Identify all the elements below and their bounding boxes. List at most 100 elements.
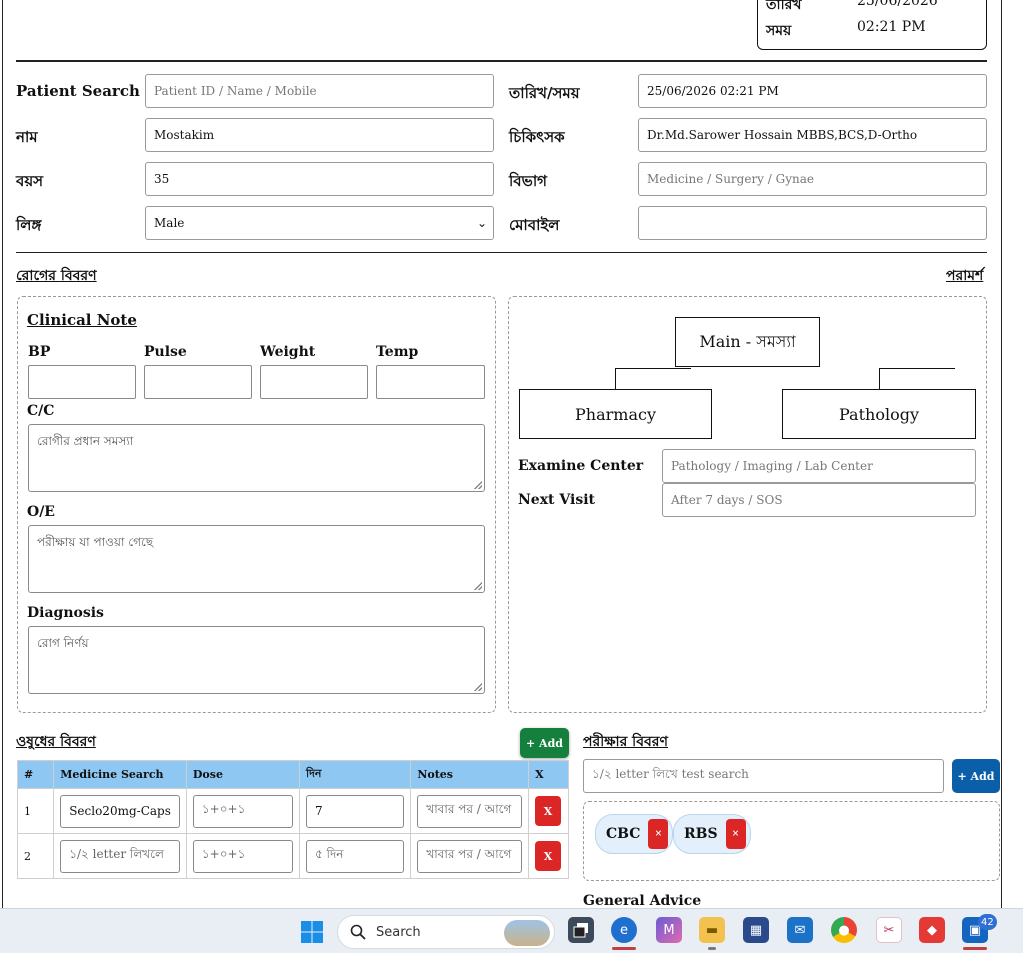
diagnosis-textarea[interactable]: রোগ নির্ণয় (28, 626, 485, 694)
tree-connector-left-v (615, 368, 616, 389)
name-input[interactable]: Mostakim (145, 118, 494, 152)
file-explorer-icon[interactable]: ▬ (699, 917, 725, 943)
patient-search-input[interactable]: Patient ID / Name / Mobile (145, 74, 494, 108)
test-chip-rbs: RBS × (673, 814, 751, 854)
pathology-box[interactable]: Pathology (782, 389, 976, 439)
search-icon (350, 924, 366, 940)
next-visit-input[interactable]: After 7 days / SOS (662, 483, 976, 517)
oe-label: O/E (27, 504, 55, 520)
cc-textarea[interactable]: রোগীর প্রধান সমস্যা (28, 424, 485, 492)
medicine-search-input[interactable]: Seclo20mg-Caps (60, 794, 180, 828)
edge-browser-icon[interactable]: e (611, 917, 637, 943)
main-problem-box[interactable]: Main - সমস্যা (675, 317, 820, 367)
form-divider (16, 252, 987, 253)
bp-label: BP (28, 344, 51, 360)
pulse-input[interactable] (144, 365, 252, 399)
temp-label: Temp (376, 344, 419, 360)
name-label: নাম (16, 128, 38, 146)
page-border-right (1001, 0, 1002, 908)
table-row: 2 ১/২ letter লিখলে ১+০+১ ৫ দিন খাবার পর … (16, 833, 569, 879)
chrome-icon[interactable]: ● (831, 917, 857, 943)
oe-textarea[interactable]: পরীক্ষায় যা পাওয়া গেছে (28, 525, 485, 593)
taskbar: Search e M ▬ ▦ ✉ ● ✂ ◆ ▣ 42 (0, 908, 1023, 953)
time-label: সময় (766, 23, 792, 39)
row-number: 2 (16, 833, 55, 879)
datetime-label: তারিখ/সময় (509, 84, 580, 102)
test-search-input[interactable]: ১/২ letter লিখে test search (583, 759, 944, 793)
notification-badge: 42 (978, 914, 997, 930)
taskbar-search[interactable]: Search (337, 915, 555, 949)
resize-grip-icon[interactable] (474, 582, 482, 590)
outlook-icon[interactable]: ✉ (787, 917, 813, 943)
tree-connector-right-v (879, 368, 880, 389)
department-input[interactable]: Medicine / Surgery / Gynae (638, 162, 987, 196)
col-notes: Notes (410, 760, 530, 789)
col-dose: Dose (185, 760, 300, 789)
col-medicine: Medicine Search (53, 760, 187, 789)
remove-test-button[interactable]: × (725, 819, 746, 849)
medicine-table-header: # Medicine Search Dose দিন Notes X (16, 760, 569, 789)
date-label: তারিখ (766, 0, 802, 13)
medicine-details-title: ওষুধের বিবরণ (16, 734, 96, 750)
department-label: বিভাগ (509, 172, 547, 190)
test-chip-label: RBS (684, 826, 718, 842)
gender-value: Male (154, 216, 185, 230)
test-chip-cbc: CBC × (595, 814, 674, 854)
examine-center-input[interactable]: Pathology / Imaging / Lab Center (662, 449, 976, 483)
remove-row-button[interactable]: X (535, 796, 562, 826)
gender-select[interactable]: Male ⌄ (145, 206, 494, 240)
date-value: 25/06/2026 (857, 0, 938, 9)
datetime-input[interactable]: 25/06/2026 02:21 PM (638, 74, 987, 108)
examine-center-label: Examine Center (518, 458, 644, 474)
search-highlight-icon (504, 920, 550, 946)
microsoft-store-icon[interactable]: ▦ (743, 917, 769, 943)
add-test-button[interactable]: + Add (952, 759, 1000, 793)
pharmacy-box[interactable]: Pharmacy (519, 389, 712, 439)
doctor-input[interactable]: Dr.Md.Sarower Hossain MBBS,BCS,D-Ortho (638, 118, 987, 152)
patient-search-label: Patient Search (16, 82, 140, 100)
notes-input[interactable]: খাবার পর / আগে (417, 839, 523, 873)
doctor-label: চিকিৎসক (509, 128, 565, 146)
remove-row-button[interactable]: X (535, 841, 562, 871)
resize-grip-icon[interactable] (474, 683, 482, 691)
time-value: 02:21 PM (857, 19, 926, 35)
col-remove: X (528, 760, 569, 789)
anydesk-icon[interactable]: ◆ (919, 917, 945, 943)
page-border-left (2, 0, 3, 908)
header-divider (16, 60, 987, 62)
medicine-search-input[interactable]: ১/২ letter লিখলে (60, 839, 180, 873)
resize-grip-icon[interactable] (474, 481, 482, 489)
days-input[interactable]: 7 (305, 794, 405, 828)
age-label: বয়স (16, 172, 44, 190)
microsoft-365-icon[interactable]: M (656, 917, 682, 943)
temp-input[interactable] (376, 365, 485, 399)
general-advice-label: General Advice (583, 893, 702, 909)
age-input[interactable]: 35 (145, 162, 494, 196)
medicine-table: # Medicine Search Dose দিন Notes X 1 Sec… (16, 760, 569, 879)
diagnosis-placeholder: রোগ নির্ণয় (37, 636, 89, 650)
col-days: দিন (298, 760, 412, 789)
notes-input[interactable]: খাবার পর / আগে (417, 794, 523, 828)
mobile-input[interactable] (638, 206, 987, 240)
weight-input[interactable] (260, 365, 368, 399)
snipping-tool-icon[interactable]: ✂ (876, 917, 902, 943)
next-visit-label: Next Visit (518, 492, 595, 508)
windows-start-icon[interactable] (299, 919, 325, 945)
chevron-down-icon: ⌄ (476, 216, 487, 230)
gender-label: লিঙ্গ (16, 216, 42, 234)
bp-input[interactable] (28, 365, 136, 399)
dose-input[interactable]: ১+০+১ (192, 794, 293, 828)
diagnosis-label: Diagnosis (27, 605, 104, 621)
tree-connector-right-h (879, 368, 955, 369)
task-view-icon[interactable] (568, 917, 594, 943)
remove-test-button[interactable]: × (648, 819, 669, 849)
cc-label: C/C (27, 403, 55, 419)
weight-label: Weight (260, 344, 316, 360)
test-details-title: পরীক্ষার বিবরণ (583, 734, 668, 750)
dose-input[interactable]: ১+০+১ (192, 839, 293, 873)
add-medicine-button[interactable]: + Add (520, 728, 569, 758)
days-input[interactable]: ৫ দিন (305, 839, 405, 873)
advice-title: পরামর্শ (946, 268, 984, 284)
pulse-label: Pulse (144, 344, 187, 360)
mobile-label: মোবাইল (509, 216, 560, 234)
